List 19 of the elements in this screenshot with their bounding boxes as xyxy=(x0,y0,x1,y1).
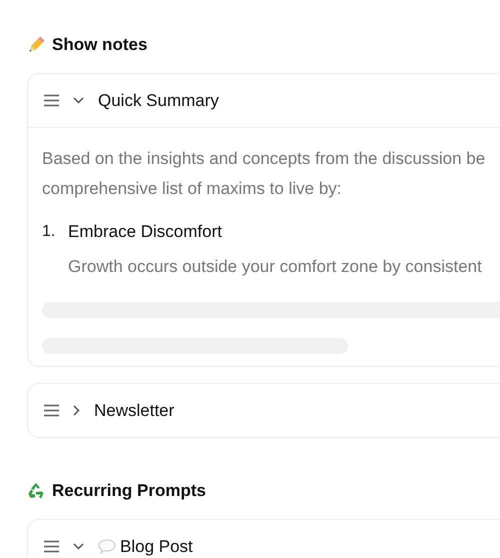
section-heading: Recurring Prompts xyxy=(52,481,206,501)
section-heading: Show notes xyxy=(52,35,148,55)
chevron-down-icon[interactable] xyxy=(73,543,84,550)
card-title[interactable]: Quick Summary xyxy=(98,90,219,110)
summary-text: Based on the insights and concepts from the discussion be xyxy=(42,148,486,170)
chevron-right-icon[interactable] xyxy=(73,405,80,416)
drag-handle-icon[interactable] xyxy=(44,94,59,107)
maxim-text: Growth occurs outside your comfort zone by consistent xyxy=(68,256,483,278)
list-number: 1. xyxy=(42,223,56,241)
pencil-icon xyxy=(27,36,45,54)
card-title[interactable]: Blog Post xyxy=(120,536,193,556)
summary-text: comprehensive list of maxims to live by: xyxy=(42,178,342,200)
drag-handle-icon[interactable] xyxy=(44,404,59,417)
speech-bubble-icon xyxy=(98,538,116,556)
card-title[interactable]: Newsletter xyxy=(94,400,174,420)
maxim-title: Embrace Discomfort xyxy=(68,221,222,243)
recycle-icon xyxy=(27,482,45,500)
chevron-down-icon[interactable] xyxy=(73,97,84,104)
drag-handle-icon[interactable] xyxy=(44,540,59,553)
